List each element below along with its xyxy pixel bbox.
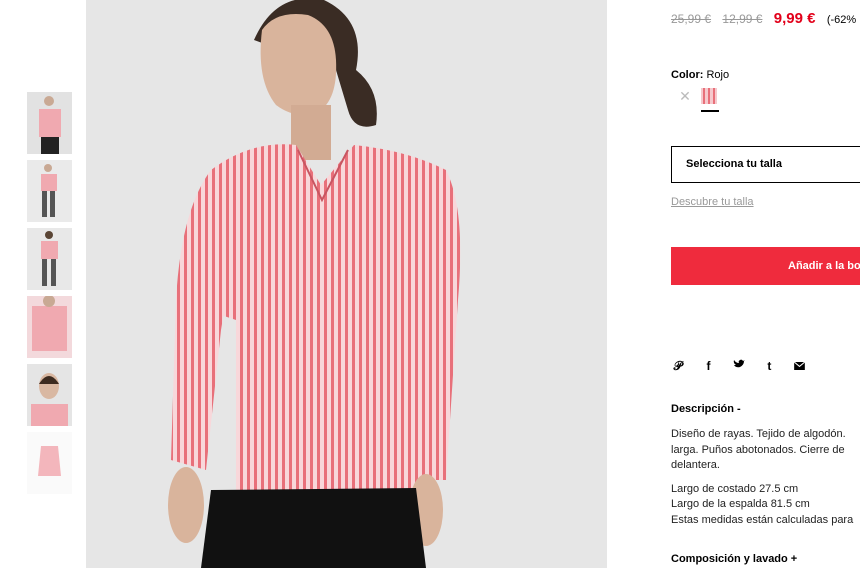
previous-price: 12,99 €	[722, 12, 763, 26]
size-guide-link[interactable]: Descubre tu talla	[671, 196, 754, 208]
description-text: Diseño de rayas. Tejido de algodón. larg…	[671, 427, 860, 528]
email-icon[interactable]	[793, 359, 807, 373]
add-to-bag-button[interactable]: Añadir a la bo	[671, 247, 860, 285]
measure-line: Estas medidas están calculadas para	[671, 513, 854, 526]
thumbnail-flat[interactable]	[27, 432, 72, 494]
color-label: Color:	[671, 69, 704, 81]
thumbnail-front[interactable]	[27, 92, 72, 154]
product-main-image[interactable]	[86, 0, 607, 568]
thumbnail-list	[27, 92, 72, 500]
pinterest-icon[interactable]: 𝒫	[671, 359, 685, 374]
facebook-icon[interactable]: f	[701, 359, 715, 373]
tumblr-icon[interactable]: t	[762, 359, 776, 373]
measure-line: Largo de costado 27.5 cm	[671, 482, 799, 495]
thumbnail-face[interactable]	[27, 364, 72, 426]
description-line: larga. Puños abotonados. Cierre de	[671, 443, 845, 456]
thumbnail-detail[interactable]	[27, 296, 72, 358]
color-swatch-red[interactable]	[701, 88, 717, 104]
description-line: Diseño de rayas. Tejido de algodón.	[671, 428, 846, 440]
description-line: delantera.	[671, 459, 720, 471]
measure-line: Largo de la espalda 81.5 cm	[671, 498, 810, 510]
color-swatches: ✕	[673, 86, 733, 116]
thumbnail-back[interactable]	[27, 228, 72, 290]
description-toggle[interactable]: Descripción -	[671, 403, 741, 415]
original-price: 25,99 €	[671, 12, 712, 26]
color-value: Rojo	[706, 69, 730, 81]
twitter-icon[interactable]	[732, 358, 746, 373]
price-row: 25,99 € 12,99 € 9,99 € (-62%	[671, 10, 856, 27]
share-icons: 𝒫 f t	[671, 357, 819, 373]
discount-percent: (-62%	[826, 14, 857, 26]
product-info-panel: 25,99 € 12,99 € 9,99 € (-62% Color: Rojo…	[671, 0, 860, 568]
composition-toggle[interactable]: Composición y lavado +	[671, 553, 797, 565]
selected-swatch-indicator	[701, 110, 719, 112]
color-selector-label: Color: Rojo	[671, 69, 729, 81]
color-swatch-unavailable-icon[interactable]: ✕	[678, 89, 692, 103]
thumbnail-side[interactable]	[27, 160, 72, 222]
size-select[interactable]: Selecciona tu talla	[671, 146, 860, 183]
sale-price: 9,99 €	[773, 10, 816, 27]
